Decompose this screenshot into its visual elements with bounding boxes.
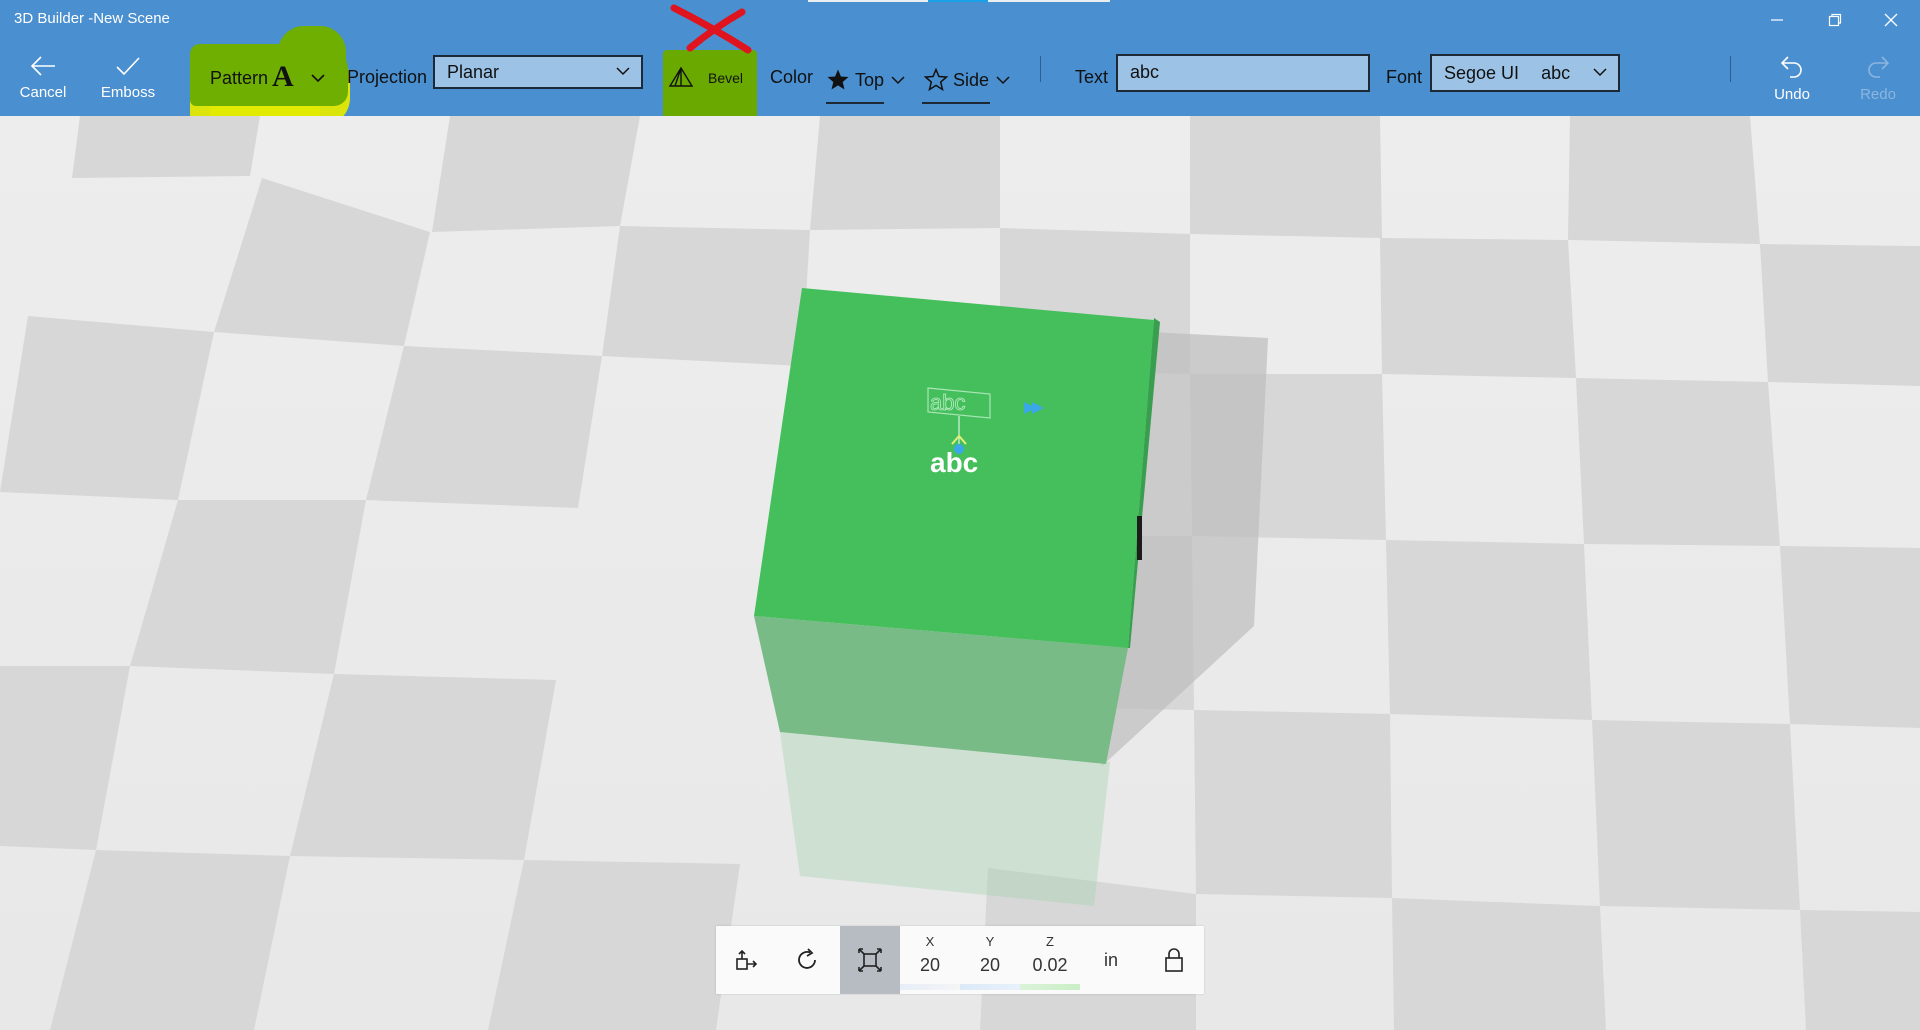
top-color-swatch bbox=[826, 102, 884, 104]
move-icon bbox=[736, 949, 758, 970]
highlight-annotation bbox=[278, 26, 346, 64]
z-axis-label: Z bbox=[1046, 934, 1054, 949]
emboss-toolbar: Cancel Emboss Pattern A Projection Plana… bbox=[0, 26, 1920, 144]
scale-tool-button[interactable] bbox=[840, 926, 900, 994]
undo-icon bbox=[1780, 56, 1802, 78]
pattern-label: Pattern bbox=[210, 68, 269, 88]
undo-label: Undo bbox=[1774, 86, 1810, 103]
title-accent bbox=[808, 0, 928, 2]
redo-label: Redo bbox=[1860, 86, 1896, 103]
3d-viewport[interactable]: abc abc bbox=[0, 116, 1920, 1030]
x-size-value: 20 bbox=[919, 955, 941, 975]
maximize-icon bbox=[1828, 13, 1842, 27]
emboss-label: Emboss bbox=[100, 84, 156, 101]
toolbar-divider bbox=[1730, 56, 1731, 82]
undo-button[interactable]: Undo bbox=[1752, 54, 1832, 110]
back-arrow-icon bbox=[30, 56, 55, 76]
x-size-field[interactable]: X 20 bbox=[900, 926, 960, 994]
move-tool-button[interactable] bbox=[716, 926, 776, 994]
close-button[interactable] bbox=[1862, 0, 1920, 40]
bevel-label: Bevel bbox=[708, 70, 744, 86]
pattern-dropdown[interactable]: Pattern A bbox=[208, 60, 330, 100]
star-outline-icon bbox=[924, 68, 948, 92]
chevron-down-icon bbox=[1593, 68, 1607, 77]
star-filled-icon bbox=[827, 69, 849, 90]
z-size-value: 0.02 bbox=[1032, 955, 1068, 975]
redo-button[interactable]: Redo bbox=[1838, 54, 1918, 110]
bevel-icon bbox=[668, 66, 694, 87]
transform-toolbar: X 20 Y 20 Z 0.02 in bbox=[716, 926, 1204, 994]
chevron-down-icon bbox=[891, 76, 905, 85]
chevron-down-icon bbox=[616, 67, 630, 76]
title-accent bbox=[928, 0, 988, 2]
font-select[interactable]: Segoe UI abc bbox=[1430, 54, 1620, 92]
rotate-icon bbox=[798, 948, 816, 969]
scene-canvas[interactable]: abc abc bbox=[0, 116, 1920, 1030]
font-label: Font bbox=[1386, 67, 1423, 87]
z-size-field[interactable]: Z 0.02 bbox=[1020, 926, 1080, 994]
ghost-text: abc bbox=[930, 390, 965, 415]
scale-icon bbox=[858, 948, 882, 972]
cancel-label: Cancel bbox=[19, 84, 67, 101]
lock-icon bbox=[1165, 948, 1183, 972]
top-color-picker[interactable]: Top bbox=[826, 60, 910, 100]
font-preview: abc bbox=[1541, 62, 1571, 83]
projection-value: Planar bbox=[447, 61, 500, 82]
text-input[interactable]: abc bbox=[1116, 54, 1370, 92]
font-value: Segoe UI bbox=[1444, 62, 1520, 83]
side-color-picker[interactable]: Side bbox=[924, 60, 1012, 100]
z-axis-indicator bbox=[1020, 984, 1080, 990]
y-axis-label: Y bbox=[985, 934, 995, 949]
emboss-button[interactable]: Emboss bbox=[88, 54, 168, 110]
x-axis-indicator bbox=[900, 984, 960, 990]
rotate-tool-button[interactable] bbox=[776, 926, 838, 994]
side-color-label: Side bbox=[953, 69, 990, 90]
toolbar-divider bbox=[1040, 56, 1041, 82]
projection-select[interactable]: Planar bbox=[433, 55, 643, 89]
window-title: 3D Builder -New Scene bbox=[14, 10, 170, 27]
cancel-button[interactable]: Cancel bbox=[3, 54, 83, 110]
x-axis-label: X bbox=[925, 934, 935, 949]
checkmark-icon bbox=[116, 57, 140, 76]
lock-proportions-button[interactable] bbox=[1144, 926, 1204, 994]
cube-edge-marker bbox=[1137, 516, 1142, 560]
text-label: Text bbox=[1075, 67, 1109, 87]
color-label: Color bbox=[770, 67, 814, 87]
emboss-text-preview[interactable]: abc bbox=[930, 447, 978, 478]
chevron-down-icon bbox=[996, 76, 1010, 85]
minimize-icon bbox=[1771, 19, 1783, 21]
minimize-button[interactable] bbox=[1748, 0, 1806, 40]
chevron-down-icon bbox=[311, 74, 325, 83]
side-color-swatch bbox=[922, 102, 990, 104]
unit-selector[interactable]: in bbox=[1104, 950, 1118, 971]
redo-icon bbox=[1868, 56, 1890, 78]
app-header: 3D Builder -New Scene Cancel Emboss Patt… bbox=[0, 0, 1920, 144]
y-size-field[interactable]: Y 20 bbox=[960, 926, 1020, 994]
projection-label: Projection bbox=[347, 67, 428, 87]
y-size-value: 20 bbox=[979, 955, 1001, 975]
top-color-label: Top bbox=[855, 69, 885, 90]
red-x-annotation bbox=[670, 4, 752, 54]
bevel-button[interactable]: Bevel bbox=[666, 60, 754, 100]
title-accent bbox=[988, 0, 1110, 2]
maximize-button[interactable] bbox=[1806, 0, 1864, 40]
close-icon bbox=[1884, 13, 1898, 27]
pattern-glyph: A bbox=[272, 60, 294, 93]
y-axis-indicator bbox=[960, 984, 1020, 990]
